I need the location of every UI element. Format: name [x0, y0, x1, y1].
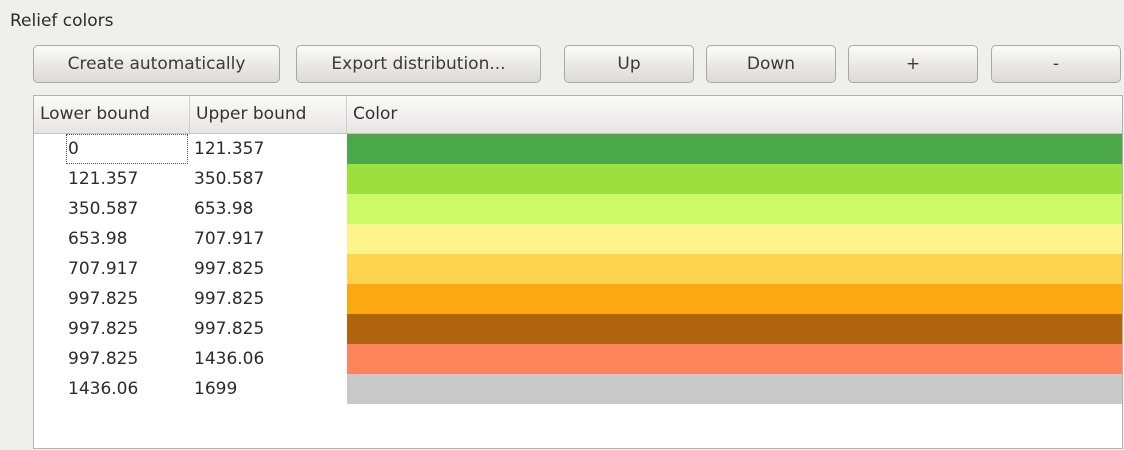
create-automatically-button[interactable]: Create automatically [33, 45, 280, 83]
lower-bound-cell[interactable]: 653.98 [68, 224, 127, 254]
table-row[interactable]: 997.825 997.825 [34, 314, 1122, 344]
header-upper-bound[interactable]: Upper bound [190, 96, 347, 133]
table-row[interactable]: 1436.06 1699 [34, 374, 1122, 404]
header-lower-bound[interactable]: Lower bound [34, 96, 190, 133]
color-swatch[interactable] [347, 194, 1122, 224]
color-swatch[interactable] [347, 314, 1122, 344]
lower-bound-cell[interactable]: 997.825 [68, 314, 138, 344]
table-row[interactable]: 350.587 653.98 [34, 194, 1122, 224]
color-swatch[interactable] [347, 254, 1122, 284]
upper-bound-cell[interactable]: 997.825 [194, 284, 264, 314]
color-swatch[interactable] [347, 224, 1122, 254]
down-button[interactable]: Down [706, 45, 836, 83]
upper-bound-cell[interactable]: 997.825 [194, 254, 264, 284]
lower-bound-cell[interactable]: 350.587 [68, 194, 138, 224]
lower-bound-cell[interactable]: 707.917 [68, 254, 138, 284]
add-button[interactable]: + [848, 45, 978, 83]
lower-bound-cell[interactable]: 0 [66, 134, 188, 164]
upper-bound-cell[interactable]: 350.587 [194, 164, 264, 194]
color-swatch[interactable] [347, 284, 1122, 314]
table-row[interactable]: 997.825 1436.06 [34, 344, 1122, 374]
color-swatch[interactable] [347, 134, 1122, 164]
lower-bound-cell[interactable]: 997.825 [68, 344, 138, 374]
header-color[interactable]: Color [347, 96, 1122, 133]
up-button[interactable]: Up [564, 45, 694, 83]
color-swatch[interactable] [347, 344, 1122, 374]
table-row[interactable]: 707.917 997.825 [34, 254, 1122, 284]
color-swatch[interactable] [347, 164, 1122, 194]
table-row[interactable]: 0 121.357 [34, 134, 1122, 164]
table-body: 0 121.357 121.357 350.587 350.587 653.98… [34, 134, 1122, 404]
upper-bound-cell[interactable]: 997.825 [194, 314, 264, 344]
table-row[interactable]: 121.357 350.587 [34, 164, 1122, 194]
color-swatch[interactable] [347, 374, 1122, 404]
upper-bound-cell[interactable]: 1436.06 [194, 344, 264, 374]
lower-bound-cell[interactable]: 121.357 [68, 164, 138, 194]
table-row[interactable]: 997.825 997.825 [34, 284, 1122, 314]
group-title-relief-colors: Relief colors [10, 11, 114, 31]
table-row[interactable]: 653.98 707.917 [34, 224, 1122, 254]
upper-bound-cell[interactable]: 707.917 [194, 224, 264, 254]
upper-bound-cell[interactable]: 653.98 [194, 194, 253, 224]
table-header: Lower bound Upper bound Color [34, 96, 1122, 134]
lower-bound-cell[interactable]: 1436.06 [68, 374, 138, 404]
export-distribution-button[interactable]: Export distribution... [296, 45, 541, 83]
remove-button[interactable]: - [991, 45, 1121, 83]
relief-colors-table[interactable]: Lower bound Upper bound Color 0 121.357 … [33, 95, 1123, 449]
lower-bound-cell[interactable]: 997.825 [68, 284, 138, 314]
upper-bound-cell[interactable]: 1699 [194, 374, 237, 404]
upper-bound-cell[interactable]: 121.357 [194, 134, 264, 164]
